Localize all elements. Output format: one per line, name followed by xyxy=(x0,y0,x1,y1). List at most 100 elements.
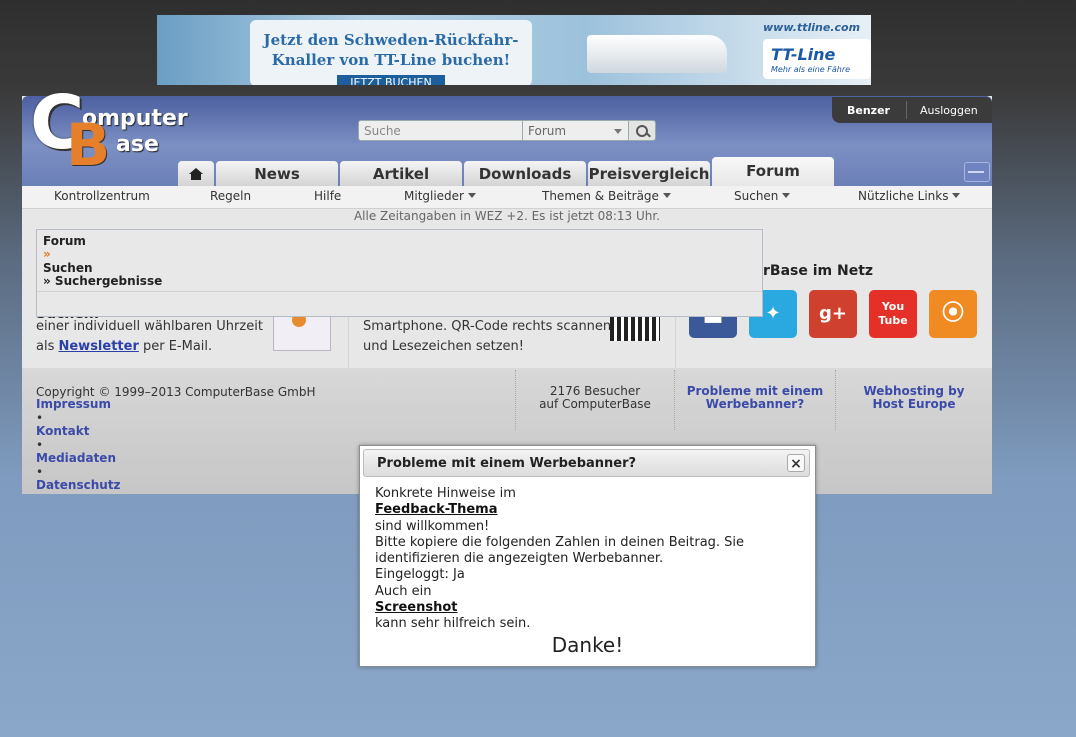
footer-bullet: • xyxy=(36,464,44,479)
search-input[interactable]: Suche xyxy=(358,120,523,141)
youtube-icon[interactable]: You Tube xyxy=(869,290,917,338)
subnav-links[interactable]: Nützliche Links xyxy=(858,189,961,203)
footer-bullet: • xyxy=(36,437,44,452)
time-info: Alle Zeitangaben in WEZ +2. Es ist jetzt… xyxy=(353,209,661,223)
ad-feedback-dialog: Probleme mit einem Werbebanner? × Konkre… xyxy=(359,445,816,667)
chevron-down-icon xyxy=(662,193,671,198)
forum-subnav: Kontrollzentrum Regeln Hilfe Mitglieder … xyxy=(22,186,992,209)
banner-headline-line2: Knaller von TT-Line buchen! xyxy=(271,51,511,69)
dialog-line: Konkrete Hinweise im xyxy=(375,486,516,501)
dialog-line: Bitte kopiere die folgenden Zahlen in de… xyxy=(375,534,745,550)
chevron-down-icon xyxy=(468,193,476,198)
dialog-line: kann sehr hilfreich sein. xyxy=(375,616,531,632)
dialog-thanks: Danke! xyxy=(551,633,624,657)
search-icon-handle xyxy=(646,132,651,138)
ad-problem-link[interactable]: Probleme mit einem Werbebanner? xyxy=(676,385,834,411)
subnav-mitglieder-label: Mitglieder xyxy=(404,189,464,203)
newsletter-post: per E-Mail. xyxy=(138,339,213,354)
breadcrumb-separator: » xyxy=(43,247,51,261)
banner-url: www.ttline.com xyxy=(763,21,861,34)
dialog-line: Auch ein xyxy=(375,583,432,599)
chevron-down-icon xyxy=(614,129,622,134)
newsletter-pre: als xyxy=(36,339,59,354)
footer-link-kontakt[interactable]: Kontakt xyxy=(36,424,121,439)
ferry-image xyxy=(587,35,727,73)
hosting-link[interactable]: Webhosting by Host Europe xyxy=(837,385,991,411)
breadcrumb-suchen[interactable]: Suchen xyxy=(43,261,93,275)
subnav-kontrollzentrum[interactable]: Kontrollzentrum xyxy=(54,189,150,203)
breadcrumb-current: » Suchergebnisse xyxy=(43,274,163,288)
newsletter-text: einer individuell wählbaren Uhrzeit als … xyxy=(36,317,263,357)
search-icon xyxy=(636,125,648,137)
dialog-line: Eingeloggt: Ja xyxy=(375,567,465,583)
ttline-logo-tagline: Mehr als eine Fähre xyxy=(771,65,851,74)
footer-link-impressum[interactable]: Impressum xyxy=(36,397,121,412)
qr-code-image xyxy=(610,317,660,341)
visitor-count: 2176 Besucher auf ComputerBase xyxy=(517,385,673,411)
qr-text-line1: Smartphone. QR-Code rechts scannen xyxy=(363,319,612,334)
logout-link[interactable]: Ausloggen xyxy=(920,104,978,117)
newsletter-line2: als Newsletter per E-Mail. xyxy=(36,337,263,357)
subnav-mitglieder[interactable]: Mitglieder xyxy=(404,189,476,203)
footer-bullet: • xyxy=(36,410,44,425)
userbar-divider xyxy=(906,101,907,119)
ttline-logo: TT-Line Mehr als eine Fähre xyxy=(763,39,871,79)
search-scope-value: Forum xyxy=(528,124,567,138)
breadcrumb: Forum » Suchen » Suchergebnisse xyxy=(36,229,763,317)
footer-link-datenschutz[interactable]: Datenschutz xyxy=(36,478,121,493)
hosting-line2: Host Europe xyxy=(872,397,956,411)
newsletter-line1: einer individuell wählbaren Uhrzeit xyxy=(36,319,263,334)
feedback-thread-link[interactable]: Feedback-Thema xyxy=(375,502,744,518)
tab-news[interactable]: News xyxy=(216,161,338,186)
logo-letter-b: B xyxy=(66,111,111,179)
chevron-down-icon xyxy=(782,193,791,198)
googleplus-icon[interactable]: g+ xyxy=(809,290,857,338)
subnav-hilfe[interactable]: Hilfe xyxy=(314,189,341,203)
tab-preisvergleich[interactable]: Preisvergleich xyxy=(588,161,710,186)
search-button[interactable] xyxy=(628,120,656,141)
tab-downloads[interactable]: Downloads xyxy=(464,161,586,186)
chevron-down-icon xyxy=(952,193,961,198)
subnav-themen-label: Themen & Beiträge xyxy=(542,189,659,203)
footer-links: Impressum • Kontakt • Mediadaten • Daten… xyxy=(36,397,121,493)
breadcrumb-divider xyxy=(37,291,762,292)
newsletter-link[interactable]: Newsletter xyxy=(58,339,138,354)
ttline-logo-name: TT-Line xyxy=(771,45,836,64)
rss-icon[interactable]: ⦿ xyxy=(929,290,977,338)
advertisement-banner[interactable]: Jetzt den Schweden-Rückfahr- Knaller von… xyxy=(157,15,871,85)
social-heading: rBase im Netz xyxy=(763,263,874,279)
qr-text-line2: und Lesezeichen setzen! xyxy=(363,339,524,354)
subnav-links-label: Nützliche Links xyxy=(858,189,949,203)
computerbase-logo[interactable]: C omputer B ase xyxy=(30,86,188,179)
banner-headline-line1: Jetzt den Schweden-Rückfahr- xyxy=(263,31,519,49)
dialog-titlebar[interactable]: Probleme mit einem Werbebanner? × xyxy=(363,449,810,477)
dialog-body: Konkrete Hinweise im Feedback-Thema sind… xyxy=(375,486,744,633)
googleplus-glyph: g+ xyxy=(819,303,847,324)
banner-headline: Jetzt den Schweden-Rückfahr- Knaller von… xyxy=(250,30,532,70)
footer-link-mediadaten[interactable]: Mediadaten xyxy=(36,451,121,466)
ad-problem-line2: Werbebanner? xyxy=(705,397,805,411)
close-icon[interactable]: × xyxy=(787,454,805,472)
layout-toggle-button[interactable] xyxy=(964,162,990,182)
youtube-glyph: You Tube xyxy=(878,300,908,327)
screenshot-link[interactable]: Screenshot xyxy=(375,600,744,616)
visitor-count-line2: auf ComputerBase xyxy=(539,397,651,411)
tab-artikel[interactable]: Artikel xyxy=(340,161,462,186)
dialog-title: Probleme mit einem Werbebanner? xyxy=(377,456,637,471)
expand-arrows-icon xyxy=(968,171,984,173)
dialog-line: identifizieren die angezeigten Werbebann… xyxy=(375,551,664,567)
dialog-line: sind willkommen! xyxy=(375,518,490,534)
search-scope-select[interactable]: Forum xyxy=(522,120,629,141)
banner-cta-button[interactable]: JETZT BUCHEN xyxy=(337,75,445,85)
subnav-themen[interactable]: Themen & Beiträge xyxy=(542,189,671,203)
logo-word-base: ase xyxy=(116,132,159,157)
home-icon-body xyxy=(191,174,201,180)
subnav-suchen[interactable]: Suchen xyxy=(734,189,791,203)
subnav-suchen-label: Suchen xyxy=(734,189,779,203)
subnav-regeln[interactable]: Regeln xyxy=(210,189,251,203)
user-bar: Benzer Ausloggen xyxy=(832,97,992,123)
tab-home[interactable] xyxy=(178,161,214,186)
breadcrumb-forum[interactable]: Forum xyxy=(43,234,86,248)
tab-forum[interactable]: Forum xyxy=(712,157,834,186)
username-link[interactable]: Benzer xyxy=(847,104,890,117)
